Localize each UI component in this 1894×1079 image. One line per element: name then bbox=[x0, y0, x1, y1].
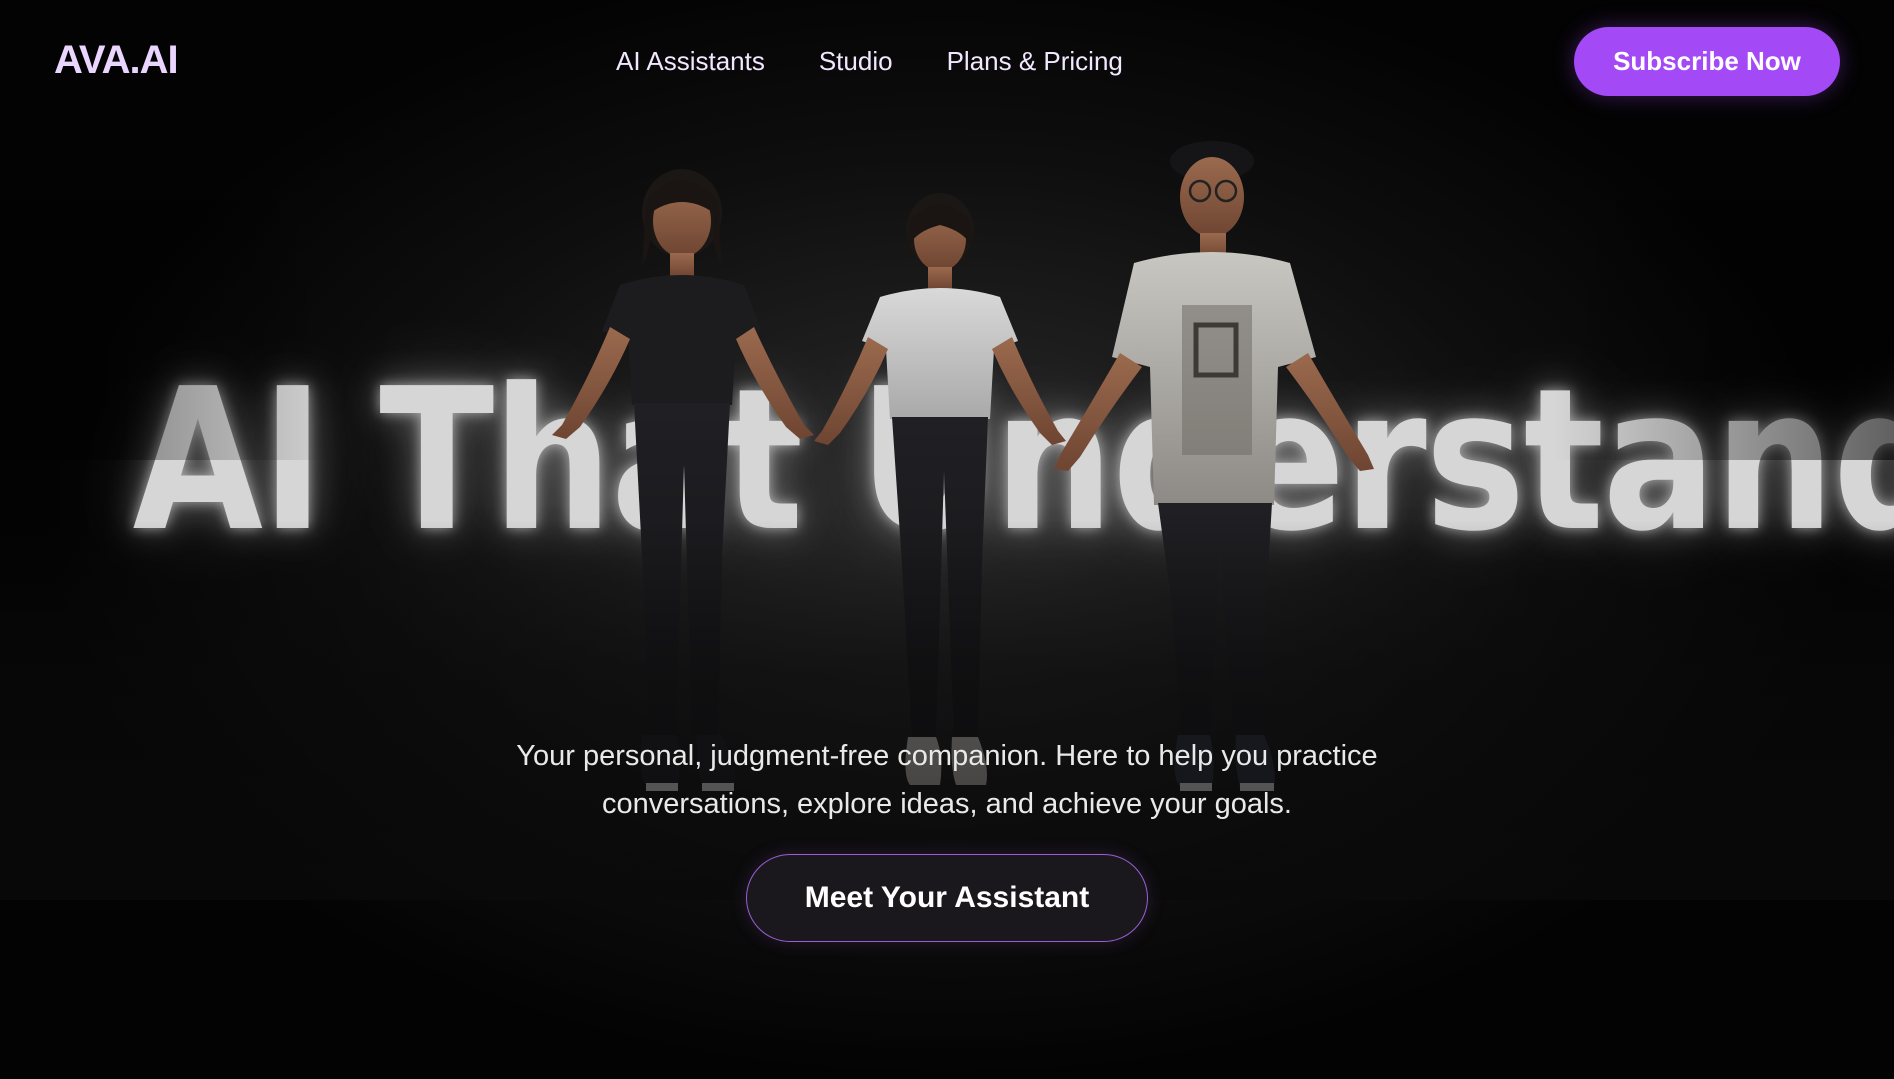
avatar-left bbox=[552, 169, 814, 791]
avatar-right bbox=[1054, 141, 1374, 791]
nav-link-ai-assistants[interactable]: AI Assistants bbox=[616, 46, 765, 77]
meet-your-assistant-button[interactable]: Meet Your Assistant bbox=[746, 854, 1148, 942]
hero-subtitle: Your personal, judgment-free companion. … bbox=[447, 732, 1447, 828]
hero-subtitle-line-1: Your personal, judgment-free companion. … bbox=[516, 740, 1378, 772]
subscribe-button[interactable]: Subscribe Now bbox=[1574, 27, 1840, 96]
nav-link-studio[interactable]: Studio bbox=[819, 46, 893, 77]
logo[interactable]: AVA.AI bbox=[54, 38, 179, 83]
nav-link-plans-pricing[interactable]: Plans & Pricing bbox=[947, 46, 1123, 77]
top-navbar: AVA.AI AI Assistants Studio Plans & Pric… bbox=[0, 0, 1894, 124]
avatar-center bbox=[814, 193, 1066, 785]
landing-page: AVA.AI AI Assistants Studio Plans & Pric… bbox=[0, 0, 1894, 1079]
main-nav: AI Assistants Studio Plans & Pricing bbox=[616, 46, 1123, 77]
hero-subtitle-line-2: conversations, explore ideas, and achiev… bbox=[602, 788, 1292, 820]
